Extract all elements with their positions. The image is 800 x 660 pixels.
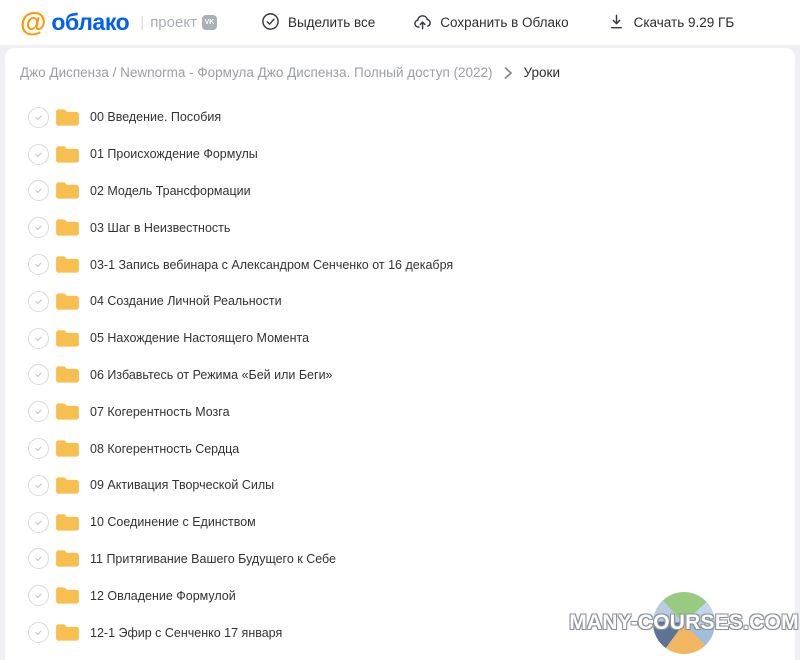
download-button[interactable]: Скачать 9.29 ГБ bbox=[607, 12, 735, 34]
file-row[interactable]: 12 Овладение Формулой bbox=[5, 577, 795, 614]
folder-icon bbox=[55, 255, 80, 274]
vk-badge-icon: VK bbox=[201, 15, 217, 30]
file-row[interactable]: 10 Соединение с Единством bbox=[5, 504, 795, 541]
check-icon bbox=[35, 409, 42, 415]
file-list: 00 Введение. Пособия 01 Происхождение Фо… bbox=[5, 90, 795, 651]
file-row[interactable]: 02 Модель Трансформации bbox=[5, 173, 795, 210]
project-label: проект bbox=[150, 14, 197, 31]
row-checkbox[interactable] bbox=[28, 548, 49, 570]
file-name[interactable]: 04 Создание Личной Реальности bbox=[90, 294, 282, 308]
folder-icon bbox=[55, 549, 80, 568]
file-row[interactable]: 11 Притягивание Вашего Будущего к Себе bbox=[5, 541, 795, 578]
folder-icon bbox=[55, 402, 80, 421]
file-name[interactable]: 03 Шаг в Неизвестность bbox=[90, 221, 230, 235]
row-checkbox[interactable] bbox=[28, 474, 49, 496]
file-name[interactable]: 06 Избавьтесь от Режима «Бей или Беги» bbox=[90, 368, 333, 382]
download-label: Скачать 9.29 ГБ bbox=[633, 15, 735, 30]
file-name[interactable]: 00 Введение. Пособия bbox=[90, 110, 221, 124]
save-to-cloud-label: Сохранить в Облако bbox=[440, 15, 569, 30]
check-icon bbox=[35, 556, 42, 562]
cloud-upload-icon bbox=[413, 12, 432, 34]
logo-divider: | bbox=[140, 14, 145, 31]
header: @ облако | проект VK Выделить все Сохран… bbox=[0, 0, 800, 45]
mailru-at-icon: @ bbox=[20, 7, 47, 37]
file-row[interactable]: 09 Активация Творческой Силы bbox=[5, 467, 795, 504]
row-checkbox[interactable] bbox=[28, 106, 49, 128]
file-name[interactable]: 05 Нахождение Настоящего Момента bbox=[90, 331, 309, 345]
file-name[interactable]: 10 Соединение с Единством bbox=[90, 515, 256, 529]
check-icon bbox=[35, 630, 42, 636]
file-row[interactable]: 00 Введение. Пособия bbox=[5, 99, 795, 136]
file-row[interactable]: 07 Когерентность Мозга bbox=[5, 393, 795, 430]
file-row[interactable]: 01 Происхождение Формулы bbox=[5, 136, 795, 173]
breadcrumb: Джо Диспенза / Newnorma - Формула Джо Ди… bbox=[5, 48, 795, 90]
row-checkbox[interactable] bbox=[28, 585, 49, 607]
file-name[interactable]: 11 Притягивание Вашего Будущего к Себе bbox=[90, 552, 336, 566]
folder-icon bbox=[55, 108, 80, 127]
row-checkbox[interactable] bbox=[28, 143, 49, 165]
check-icon bbox=[35, 115, 42, 120]
check-icon bbox=[35, 446, 42, 452]
row-checkbox[interactable] bbox=[28, 254, 49, 276]
row-checkbox[interactable] bbox=[28, 622, 49, 644]
file-name[interactable]: 07 Когерентность Мозга bbox=[90, 405, 230, 419]
file-row[interactable]: 08 Когерентность Сердца bbox=[5, 430, 795, 467]
file-row[interactable]: 12-1 Эфир с Сенченко 17 января bbox=[5, 614, 795, 651]
check-icon bbox=[35, 225, 42, 231]
check-icon bbox=[35, 188, 42, 194]
file-row[interactable]: 05 Нахождение Настоящего Момента bbox=[5, 320, 795, 357]
folder-icon bbox=[55, 292, 80, 311]
row-checkbox[interactable] bbox=[28, 180, 49, 202]
check-icon bbox=[35, 520, 42, 525]
check-icon bbox=[35, 593, 42, 599]
check-circle-icon bbox=[261, 12, 280, 34]
breadcrumb-path[interactable]: Джо Диспенза / Newnorma - Формула Джо Ди… bbox=[20, 65, 493, 80]
file-row[interactable]: 04 Создание Личной Реальности bbox=[5, 283, 795, 320]
folder-icon bbox=[55, 513, 80, 532]
brand-title: облако bbox=[51, 9, 130, 35]
folder-icon bbox=[55, 365, 80, 384]
folder-icon bbox=[55, 218, 80, 237]
folder-icon bbox=[55, 145, 80, 164]
check-icon bbox=[35, 152, 42, 157]
file-row[interactable]: 03 Шаг в Неизвестность bbox=[5, 209, 795, 246]
check-icon bbox=[35, 299, 42, 304]
row-checkbox[interactable] bbox=[28, 364, 49, 386]
file-name[interactable]: 12-1 Эфир с Сенченко 17 января bbox=[90, 626, 282, 640]
folder-icon bbox=[55, 623, 80, 642]
row-checkbox[interactable] bbox=[28, 327, 49, 349]
chevron-right-icon bbox=[504, 66, 513, 79]
check-icon bbox=[35, 336, 42, 341]
breadcrumb-current: Уроки bbox=[523, 65, 560, 80]
select-all-label: Выделить все bbox=[287, 15, 376, 30]
toolbar: Выделить все Сохранить в Облако Скачать … bbox=[261, 12, 734, 34]
file-name[interactable]: 09 Активация Творческой Силы bbox=[90, 478, 274, 492]
file-row[interactable]: 03-1 Запись вебинара с Александром Сенче… bbox=[5, 246, 795, 283]
select-all-button[interactable]: Выделить все bbox=[261, 12, 375, 34]
row-checkbox[interactable] bbox=[28, 438, 49, 460]
check-icon bbox=[35, 483, 42, 488]
row-checkbox[interactable] bbox=[28, 511, 49, 533]
row-checkbox[interactable] bbox=[28, 217, 49, 239]
row-checkbox[interactable] bbox=[28, 401, 49, 423]
save-to-cloud-button[interactable]: Сохранить в Облако bbox=[413, 12, 569, 34]
folder-icon bbox=[55, 476, 80, 495]
file-row[interactable]: 06 Избавьтесь от Режима «Бей или Беги» bbox=[5, 357, 795, 394]
folder-icon bbox=[55, 181, 80, 200]
row-checkbox[interactable] bbox=[28, 290, 49, 312]
cloud-logo[interactable]: @ облако | проект VK bbox=[20, 9, 217, 36]
file-name[interactable]: 03-1 Запись вебинара с Александром Сенче… bbox=[90, 258, 453, 272]
file-name[interactable]: 08 Когерентность Сердца bbox=[90, 442, 239, 456]
main-panel: Джо Диспенза / Newnorma - Формула Джо Ди… bbox=[5, 48, 795, 660]
folder-icon bbox=[55, 586, 80, 605]
check-icon bbox=[35, 372, 42, 378]
check-icon bbox=[35, 262, 42, 268]
file-name[interactable]: 12 Овладение Формулой bbox=[90, 589, 236, 603]
file-name[interactable]: 02 Модель Трансформации bbox=[90, 184, 251, 198]
folder-icon bbox=[55, 439, 80, 458]
file-name[interactable]: 01 Происхождение Формулы bbox=[90, 147, 258, 161]
download-icon bbox=[607, 12, 626, 34]
folder-icon bbox=[55, 329, 80, 348]
